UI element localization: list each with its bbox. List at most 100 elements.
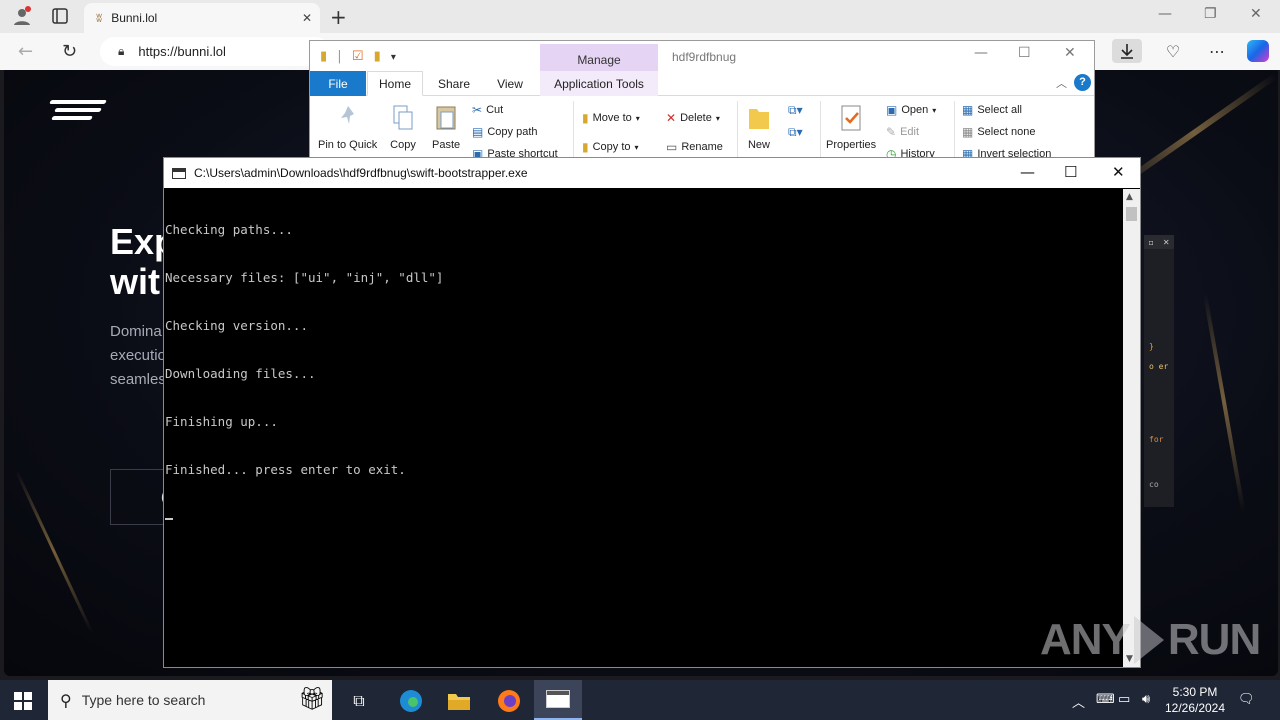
site-favicon-icon: ʬ bbox=[96, 11, 103, 25]
console-scrollbar[interactable]: ▲ ▼ bbox=[1123, 189, 1140, 667]
edit-button[interactable]: ✎ Edit bbox=[886, 125, 919, 139]
site-logo[interactable] bbox=[49, 100, 107, 124]
hero-button[interactable]: ( bbox=[110, 469, 170, 525]
new-folder-label: New bbox=[747, 139, 770, 151]
console-line: Checking version... bbox=[165, 318, 308, 333]
play-icon bbox=[1133, 616, 1164, 664]
taskbar-search-box[interactable]: ⚲ Type here to search 🎁︎ bbox=[48, 680, 332, 720]
explorer-close-button[interactable]: ✕ bbox=[1064, 45, 1076, 61]
open-button[interactable]: ▣ Open ▾ bbox=[886, 103, 936, 117]
move-to-label: Move to bbox=[592, 112, 632, 124]
firefox-icon[interactable] bbox=[496, 688, 522, 714]
console-output[interactable]: Checking paths... Necessary files: ["ui"… bbox=[165, 189, 1123, 667]
console-taskbar-button[interactable] bbox=[534, 680, 582, 720]
copilot-icon[interactable] bbox=[1243, 39, 1273, 63]
network-icon[interactable]: ▭ bbox=[1118, 692, 1130, 707]
home-ribbon: Pin to Quick Copy Paste ✂ Cut ▤ Copy path … bbox=[310, 97, 1094, 165]
explorer-maximize-button[interactable]: ☐ bbox=[1018, 45, 1031, 61]
notifications-icon[interactable]: 🗨︎ bbox=[1238, 692, 1255, 707]
copy-icon bbox=[393, 105, 413, 130]
paste-button[interactable]: Paste bbox=[432, 103, 460, 151]
lock-icon: 🔒︎ bbox=[118, 44, 125, 58]
address-bar[interactable]: 🔒︎ https://bunni.lol bbox=[100, 37, 330, 66]
properties-button[interactable]: Properties bbox=[826, 103, 876, 151]
tray-device-icon[interactable]: ⌨ bbox=[1096, 692, 1115, 707]
move-to-icon: ▮ bbox=[582, 111, 589, 125]
easy-access-icon: ⧉▾ bbox=[788, 125, 803, 139]
browser-restore-button[interactable]: ❐ bbox=[1204, 6, 1217, 22]
console-maximize-button[interactable]: ☐ bbox=[1064, 163, 1077, 181]
explorer-minimize-button[interactable]: — bbox=[974, 45, 988, 61]
select-none-button[interactable]: ▦ Select none bbox=[962, 125, 1035, 139]
watermark-right: RUN bbox=[1167, 615, 1261, 664]
select-all-button[interactable]: ▦ Select all bbox=[962, 103, 1022, 117]
tab-close-icon[interactable]: ✕ bbox=[302, 11, 312, 25]
new-tab-button[interactable]: + bbox=[330, 5, 347, 29]
rename-button[interactable]: ▭ Rename bbox=[666, 140, 723, 154]
tab-file[interactable]: File bbox=[310, 71, 366, 96]
back-arrow-icon[interactable]: ← bbox=[18, 41, 33, 62]
start-button[interactable] bbox=[14, 692, 32, 710]
code-snippet: co bbox=[1149, 480, 1159, 489]
easy-access-button[interactable]: ⧉▾ bbox=[788, 125, 803, 140]
properties-qat-icon[interactable]: ☑ bbox=[352, 49, 364, 64]
new-item-button[interactable]: ⧉▾ bbox=[788, 103, 803, 118]
task-view-icon[interactable]: ⧉ bbox=[346, 688, 372, 714]
file-explorer-window: ▮ | ☑ ▮ ▾ Manage hdf9rdfbnug — ☐ ✕ File … bbox=[309, 40, 1095, 165]
decor-streak bbox=[14, 469, 94, 634]
search-icon: ⚲ bbox=[60, 690, 72, 710]
more-options-icon[interactable]: ⋯ bbox=[1202, 39, 1232, 63]
new-folder-button[interactable]: New bbox=[746, 103, 772, 151]
code-snippet: o er bbox=[1149, 362, 1169, 371]
browser-close-button[interactable]: ✕ bbox=[1250, 6, 1262, 22]
refresh-icon[interactable]: ↻ bbox=[62, 41, 77, 62]
console-window[interactable]: C:\Users\admin\Downloads\hdf9rdfbnug\swi… bbox=[163, 157, 1141, 668]
copy-to-label: Copy to bbox=[592, 141, 631, 153]
ribbon-collapse-icon[interactable]: ︿ bbox=[1056, 75, 1067, 91]
tab-home[interactable]: Home bbox=[367, 71, 423, 96]
console-title-bar[interactable]: C:\Users\admin\Downloads\hdf9rdfbnug\swi… bbox=[164, 158, 1140, 188]
taskbar-clock[interactable]: 5:30 PM 12/26/2024 bbox=[1160, 684, 1230, 716]
tab-title: Bunni.lol bbox=[111, 11, 158, 25]
scroll-up-arrow-icon[interactable]: ▲ bbox=[1126, 192, 1133, 202]
edge-icon[interactable] bbox=[398, 688, 424, 714]
tab-view[interactable]: View bbox=[486, 71, 534, 96]
volume-icon[interactable]: 🔊︎ bbox=[1142, 692, 1150, 707]
qat-dropdown-icon[interactable]: ▾ bbox=[391, 52, 396, 63]
new-folder-qat-icon[interactable]: ▮ bbox=[374, 49, 381, 64]
manage-context-tab[interactable]: Manage bbox=[540, 44, 658, 72]
browser-minimize-button[interactable]: — bbox=[1158, 6, 1172, 22]
cut-button[interactable]: ✂ Cut bbox=[472, 103, 503, 117]
ribbon-divider bbox=[737, 101, 738, 163]
browser-essentials-icon[interactable]: ♡ bbox=[1158, 39, 1188, 63]
help-icon[interactable]: ? bbox=[1074, 74, 1091, 91]
console-close-button[interactable]: ✕ bbox=[1112, 163, 1125, 181]
show-hidden-icons[interactable]: ︿ bbox=[1072, 692, 1085, 711]
file-explorer-icon[interactable] bbox=[446, 688, 472, 714]
pin-to-quick-access-button[interactable]: Pin to Quick bbox=[318, 103, 377, 151]
copy-path-label: Copy path bbox=[487, 126, 538, 138]
tab-application-tools[interactable]: Application Tools bbox=[540, 71, 658, 96]
open-label: Open bbox=[901, 104, 929, 116]
sub-line-1: Domina bbox=[110, 323, 162, 340]
tab-share[interactable]: Share bbox=[430, 71, 478, 96]
browser-tab[interactable]: ʬ Bunni.lol ✕ bbox=[84, 3, 320, 33]
scrollbar-thumb[interactable] bbox=[1126, 207, 1137, 221]
edit-icon: ✎ bbox=[886, 125, 897, 139]
console-minimize-button[interactable]: — bbox=[1020, 163, 1035, 181]
copy-path-button[interactable]: ▤ Copy path bbox=[472, 125, 538, 139]
downloads-button[interactable] bbox=[1112, 39, 1142, 63]
delete-button[interactable]: ✕ Delete ▾ bbox=[666, 111, 720, 125]
move-to-button[interactable]: ▮ Move to ▾ bbox=[582, 111, 640, 125]
profile-icon[interactable] bbox=[8, 4, 36, 28]
ribbon-divider bbox=[820, 101, 821, 163]
code-snippet: } bbox=[1149, 342, 1154, 351]
console-line: Downloading files... bbox=[165, 366, 316, 381]
copy-button[interactable]: Copy bbox=[390, 103, 416, 151]
copy-to-button[interactable]: ▮ Copy to ▾ bbox=[582, 140, 639, 154]
windows-taskbar: ⚲ Type here to search 🎁︎ ⧉ ︿ ⌨ ▭ 🔊︎ 5:30… bbox=[0, 680, 1280, 720]
rename-icon: ▭ bbox=[666, 140, 678, 154]
tab-actions-icon[interactable] bbox=[46, 4, 74, 28]
console-taskbar-icon bbox=[546, 690, 570, 708]
console-app-icon bbox=[172, 167, 186, 179]
